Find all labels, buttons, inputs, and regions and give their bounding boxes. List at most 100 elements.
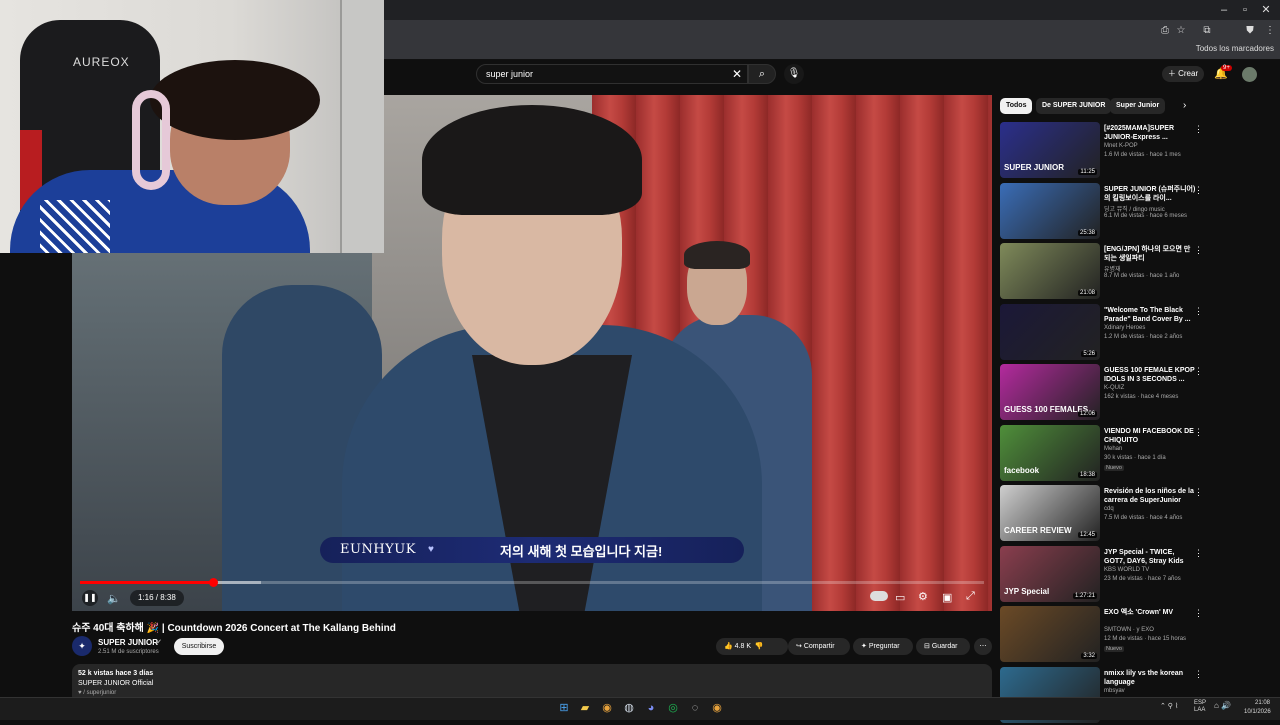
chip-all[interactable]: Todos	[1000, 98, 1033, 114]
cast-icon[interactable]: ⎙	[1157, 24, 1173, 38]
settings-gear-icon[interactable]: ⚙	[918, 590, 928, 603]
recommendation-meta: 1.2 M de vistas · hace 2 años	[1104, 333, 1183, 340]
recommendation-item[interactable]: 21:08 [ENG/JPN] 하나의 모으면 만되는 생일파티 유병재 8.7 M …	[1000, 243, 1210, 301]
subscribe-button[interactable]: Suscribirse	[174, 638, 224, 655]
extensions-icon[interactable]: ⧉	[1199, 24, 1215, 38]
recommendation-channel[interactable]: Mehan	[1104, 446, 1122, 452]
shield-icon[interactable]: ⛊	[1242, 24, 1258, 38]
recommendation-item[interactable]: 25:38 SUPER JUNIOR (슈퍼주니어)의 킬링보이스를 라이... 딩…	[1000, 182, 1210, 241]
more-options-icon[interactable]: ⋮	[1194, 487, 1203, 498]
description-link[interactable]: ♥ / superjunior	[78, 690, 116, 696]
recommendation-channel[interactable]: 딩고 뮤직 / dingo music	[1104, 204, 1165, 213]
clock-time[interactable]: 21:08	[1255, 700, 1270, 706]
video-thumbnail[interactable]: 5:26	[1000, 303, 1100, 360]
chrome-active-icon[interactable]: ◉	[710, 701, 724, 715]
video-thumbnail[interactable]: GUESS 100 FEMALES 12:06	[1000, 364, 1100, 420]
recommendation-item[interactable]: 3:32 EXO 엑소 'Crown' MV SMTOWN · y EXO 12 M …	[1000, 606, 1210, 664]
recommendation-channel[interactable]: cdq	[1104, 506, 1114, 512]
search-query-text[interactable]: super junior	[486, 69, 533, 79]
recommendation-item[interactable]: JYP Special 1:27:21 JYP Special - TWICE, G…	[1000, 545, 1210, 604]
more-options-icon[interactable]: ⋮	[1194, 366, 1203, 377]
bookmarks-folder[interactable]: Todos los marcadores	[1196, 44, 1274, 53]
user-avatar[interactable]	[1242, 67, 1257, 82]
recommendation-title[interactable]: GUESS 100 FEMALE KPOP IDOLS IN 3 SECONDS…	[1104, 366, 1196, 384]
chevron-right-icon[interactable]: ›	[1183, 100, 1186, 111]
thumbs-down-icon[interactable]: 👎	[755, 643, 764, 650]
recommendation-title[interactable]: SUPER JUNIOR (슈퍼주니어)의 킬링보이스를 라이...	[1104, 185, 1196, 203]
more-options-icon[interactable]: ⋮	[1194, 124, 1203, 135]
voice-search-button[interactable]: 🎙	[784, 64, 804, 84]
recommendation-item[interactable]: facebook 18:38 VIENDO MI FACEBOOK DE CHIQU…	[1000, 424, 1210, 483]
recommendation-title[interactable]: "Welcome To The Black Parade" Band Cover…	[1104, 306, 1196, 324]
volume-icon[interactable]: 🔈	[107, 592, 121, 605]
fullscreen-icon[interactable]: ⤢	[966, 590, 975, 603]
recommendation-channel[interactable]: Mnet K-POP	[1104, 143, 1138, 149]
progress-scrubber-handle[interactable]	[208, 578, 218, 587]
recommendation-item[interactable]: SUPER JUNIOR 11:25 [#2025MAMA]SUPER JUNIOR…	[1000, 122, 1210, 180]
more-options-icon[interactable]: ⋮	[1194, 669, 1203, 680]
recommendation-channel[interactable]: Xdinary Heroes	[1104, 325, 1145, 331]
recommendation-channel[interactable]: mbsyav	[1104, 688, 1125, 694]
recommendation-title[interactable]: Revisión de los niños de la carrera de S…	[1104, 487, 1196, 505]
recommendation-channel[interactable]: 유병재	[1104, 264, 1121, 273]
clock-date[interactable]: 10/1/2026	[1244, 709, 1271, 715]
chrome-icon[interactable]: ◉	[600, 701, 614, 715]
channel-name[interactable]: SUPER JUNIOR	[98, 638, 158, 647]
network-sound-icon[interactable]: ⌂ 🔊	[1214, 701, 1231, 710]
clear-search-icon[interactable]: ✕	[732, 67, 742, 81]
video-thumbnail[interactable]: 3:32	[1000, 606, 1100, 662]
recommendation-title[interactable]: [#2025MAMA]SUPER JUNIOR-Express ...	[1104, 124, 1196, 142]
bookmark-star-icon[interactable]: ☆	[1173, 24, 1189, 38]
recommendation-item[interactable]: 5:26 "Welcome To The Black Parade" Band C…	[1000, 303, 1210, 362]
recommendation-channel[interactable]: KBS WORLD TV	[1104, 567, 1149, 573]
system-tray-icons[interactable]: ⌃ ⚲ ⌇	[1160, 702, 1178, 710]
close-window-button[interactable]: ✕	[1256, 3, 1276, 17]
obs-icon[interactable]: ◌	[688, 701, 702, 715]
more-options-icon[interactable]: ⋮	[1194, 548, 1203, 559]
ask-button[interactable]: ✦ Preguntar	[853, 638, 913, 655]
more-options-icon[interactable]: ⋮	[1194, 185, 1203, 196]
more-options-icon[interactable]: ⋮	[1194, 608, 1203, 619]
share-button[interactable]: ↪ Compartir	[788, 638, 850, 655]
pause-button[interactable]: ❚❚	[82, 590, 98, 606]
create-button[interactable]: ＋ Crear	[1162, 66, 1204, 82]
like-button[interactable]: 👍 4.8 K 👎	[716, 638, 788, 655]
steam-icon[interactable]: ◍	[622, 701, 636, 715]
recommendation-title[interactable]: nmixx lily vs the korean language	[1104, 669, 1196, 687]
subtitles-icon[interactable]: ▭	[895, 591, 905, 604]
chip-from-channel[interactable]: De SUPER JUNIOR	[1036, 98, 1112, 114]
recommendation-item[interactable]: GUESS 100 FEMALES 12:06 GUESS 100 FEMALE K…	[1000, 364, 1210, 422]
more-options-icon[interactable]: ⋮	[1194, 245, 1203, 256]
save-button[interactable]: ⊟ Guardar	[916, 638, 970, 655]
video-thumbnail[interactable]: facebook 18:38	[1000, 424, 1100, 481]
video-thumbnail[interactable]: 25:38	[1000, 182, 1100, 239]
recommendation-title[interactable]: [ENG/JPN] 하나의 모으면 만되는 생일파티	[1104, 245, 1196, 263]
file-explorer-icon[interactable]: ▰	[578, 701, 592, 715]
recommendation-item[interactable]: CAREER REVIEW 12:45 Revisión de los niños …	[1000, 485, 1210, 543]
chip-super-junior[interactable]: Super Junior	[1110, 98, 1166, 114]
video-thumbnail[interactable]: CAREER REVIEW 12:45	[1000, 485, 1100, 541]
video-thumbnail[interactable]: SUPER JUNIOR 11:25	[1000, 122, 1100, 178]
more-options-icon[interactable]: ⋮	[1194, 306, 1203, 317]
minimize-button[interactable]: –	[1214, 3, 1234, 17]
miniplayer-icon[interactable]: ▣	[942, 591, 952, 604]
more-options-icon[interactable]: ⋮	[1194, 427, 1203, 438]
recommendation-title[interactable]: VIENDO MI FACEBOOK DE CHIQUITO	[1104, 427, 1196, 445]
channel-avatar[interactable]: ✦	[72, 636, 92, 656]
discord-icon[interactable]: ◕	[644, 701, 658, 715]
browser-menu-icon[interactable]: ⋮	[1262, 24, 1278, 38]
search-button[interactable]: ⌕	[748, 64, 776, 84]
recommendation-channel[interactable]: SMTOWN · y EXO	[1104, 627, 1154, 633]
windows-start-icon[interactable]: ⊞	[557, 701, 571, 715]
language-indicator[interactable]: ESP LAA	[1194, 700, 1206, 714]
spotify-icon[interactable]: ◎	[666, 701, 680, 715]
video-thumbnail[interactable]: JYP Special 1:27:21	[1000, 545, 1100, 602]
mic-icon: 🎙	[787, 68, 801, 79]
maximize-button[interactable]: ▫	[1235, 3, 1255, 17]
more-actions-button[interactable]: ⋯	[974, 638, 992, 655]
recommendation-channel[interactable]: K-QUIZ	[1104, 385, 1124, 391]
recommendation-title[interactable]: EXO 엑소 'Crown' MV	[1104, 608, 1196, 617]
recommendation-title[interactable]: JYP Special - TWICE, GOT7, DAY6, Stray K…	[1104, 548, 1196, 566]
autoplay-toggle[interactable]	[870, 591, 888, 601]
video-thumbnail[interactable]: 21:08	[1000, 243, 1100, 299]
